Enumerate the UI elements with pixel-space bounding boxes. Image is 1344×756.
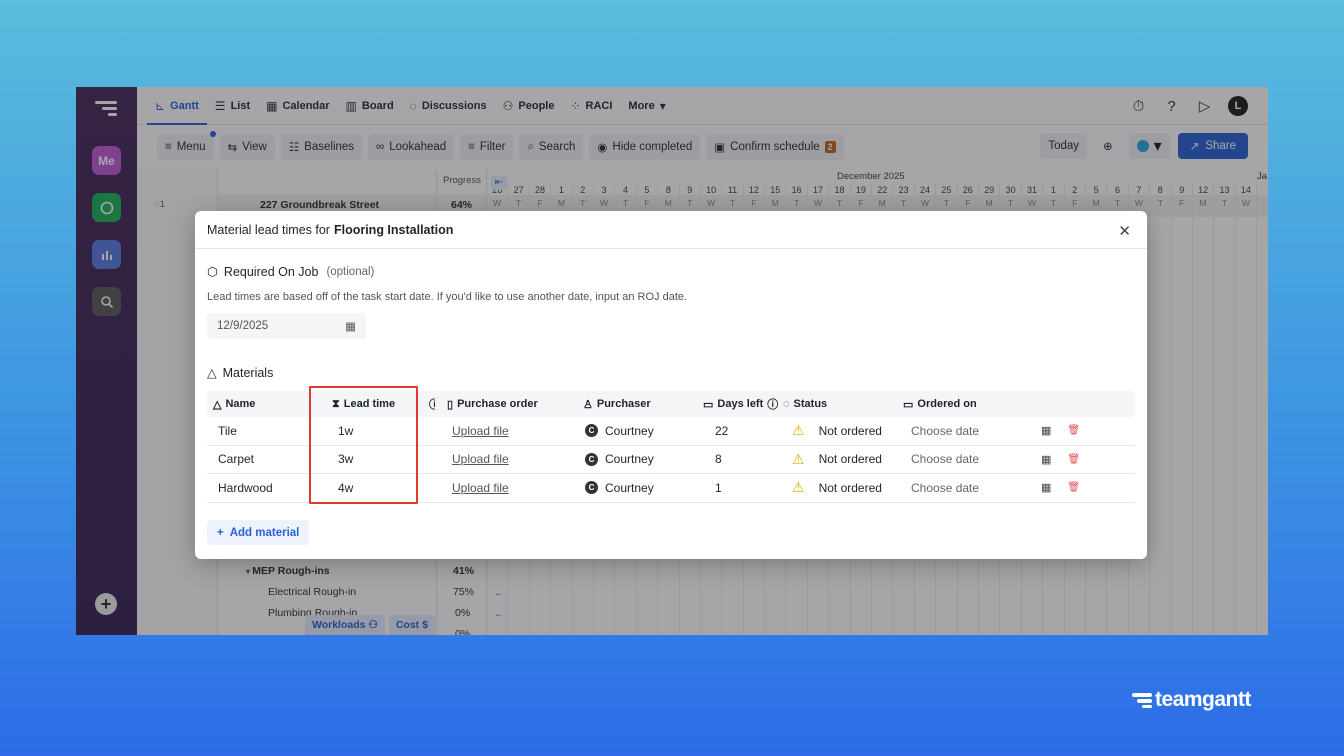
purchaser-name: Courtney <box>605 452 654 466</box>
purchaser-cell[interactable]: C Courtney <box>579 481 699 495</box>
days-left-value: 1 <box>699 481 783 495</box>
material-name[interactable]: Hardwood <box>207 481 308 495</box>
material-name[interactable]: Tile <box>207 424 308 438</box>
col-po-label: Purchase order <box>457 398 538 410</box>
col-ordered-on-label: Ordered on <box>917 398 976 410</box>
plus-icon: + <box>217 527 224 539</box>
purchaser-name: Courtney <box>605 481 654 495</box>
warning-icon: ⚠ <box>792 422 805 439</box>
choose-date-field[interactable]: Choose date <box>911 452 979 466</box>
choose-date-field[interactable]: Choose date <box>911 424 979 438</box>
days-left-value: 22 <box>699 424 783 438</box>
materials-title: Materials <box>223 366 274 380</box>
document-icon: ▯ <box>447 398 453 411</box>
choose-date-field[interactable]: Choose date <box>911 481 979 495</box>
trash-icon[interactable]: 🗑 <box>1067 482 1080 493</box>
material-name[interactable]: Carpet <box>207 452 308 466</box>
warning-icon: ⚠ <box>792 479 805 496</box>
status-cell: ⚠ Not ordered <box>783 479 903 496</box>
teamgantt-logo-icon <box>1132 692 1152 708</box>
add-material-label: Add material <box>230 527 300 539</box>
calendar-icon[interactable]: ▦ <box>1041 481 1051 494</box>
col-days-left-label: Days left <box>717 398 763 410</box>
brand-wordmark: teamgantt <box>1155 688 1251 712</box>
trash-icon[interactable]: 🗑 <box>1067 425 1080 436</box>
upload-file-link[interactable]: Upload file <box>452 424 509 438</box>
status-label: Not ordered <box>819 481 882 495</box>
roj-hint: Lead times are based off of the task sta… <box>207 291 687 303</box>
lead-time-highlight <box>309 386 418 504</box>
calendar-icon: ▭ <box>703 398 713 411</box>
add-material-button[interactable]: + Add material <box>207 520 309 545</box>
roj-section-title: ⬡ Required On Job (optional) <box>207 264 374 279</box>
material-lead-times-modal: Material lead times for Flooring Install… <box>195 211 1147 559</box>
triangle-icon: △ <box>207 365 217 380</box>
calendar-icon[interactable]: ▦ <box>345 319 356 333</box>
trash-icon[interactable]: 🗑 <box>1067 454 1080 465</box>
col-status-label: Status <box>794 398 828 410</box>
col-days-left: ▭ Days left ⓘ <box>699 396 783 412</box>
triangle-icon: △ <box>213 398 221 411</box>
col-purchase-order: ▯ Purchase order <box>435 398 579 411</box>
purchaser-cell[interactable]: C Courtney <box>579 452 699 466</box>
purchaser-avatar: C <box>585 481 598 494</box>
materials-section-title: △ Materials <box>207 365 273 380</box>
roj-date-value: 12/9/2025 <box>217 320 268 332</box>
modal-title-task: Flooring Installation <box>334 223 453 237</box>
modal-title-prefix: Material lead times for <box>207 223 330 237</box>
status-cell: ⚠ Not ordered <box>783 422 903 439</box>
status-cell: ⚠ Not ordered <box>783 451 903 468</box>
close-icon[interactable]: ✕ <box>1118 222 1131 240</box>
purchaser-name: Courtney <box>605 424 654 438</box>
col-purchaser: ♙ Purchaser <box>579 398 699 411</box>
info-icon[interactable]: ⓘ <box>767 396 778 412</box>
col-purchaser-label: Purchaser <box>597 398 651 410</box>
person-icon: ♙ <box>583 398 593 411</box>
hexagon-icon: ⬡ <box>207 264 218 279</box>
teamgantt-brand: teamgantt <box>1132 688 1251 712</box>
calendar-icon: ▭ <box>903 398 913 411</box>
upload-file-link[interactable]: Upload file <box>452 481 509 495</box>
calendar-icon[interactable]: ▦ <box>1041 453 1051 466</box>
col-name-label: Name <box>225 398 255 410</box>
status-label: Not ordered <box>819 452 882 466</box>
col-ordered-on: ▭ Ordered on <box>903 398 1039 411</box>
col-status: ◌ Status <box>783 398 903 410</box>
roj-title: Required On Job <box>224 265 319 279</box>
col-name: △ Name <box>207 398 308 411</box>
modal-header: Material lead times for Flooring Install… <box>195 211 1147 249</box>
roj-date-input[interactable]: 12/9/2025 ▦ <box>207 313 366 339</box>
roj-optional: (optional) <box>326 266 374 278</box>
status-label: Not ordered <box>819 424 882 438</box>
status-dashed-circle-icon: ◌ <box>783 398 790 410</box>
purchaser-avatar: C <box>585 424 598 437</box>
warning-icon: ⚠ <box>792 451 805 468</box>
calendar-icon[interactable]: ▦ <box>1041 424 1051 437</box>
purchaser-cell[interactable]: C Courtney <box>579 424 699 438</box>
info-icon[interactable]: ⓘ <box>415 396 435 412</box>
purchaser-avatar: C <box>585 453 598 466</box>
upload-file-link[interactable]: Upload file <box>452 452 509 466</box>
days-left-value: 8 <box>699 452 783 466</box>
